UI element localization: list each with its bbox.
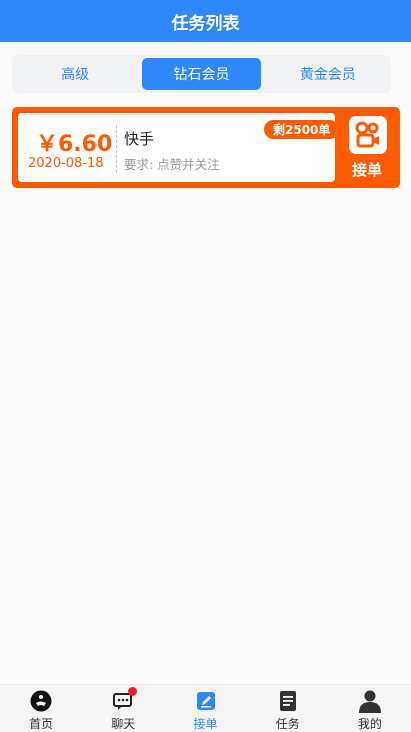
task-card[interactable]: ￥6.60 2020-08-18 快手 要求: 点赞并关注 剩2500单 接单 [12,107,400,188]
user-icon [358,689,382,713]
remaining-badge: 剩2500单 [264,120,340,139]
tabbar-item-mine[interactable]: 我的 [329,685,411,732]
dashed-divider [116,125,117,173]
task-name: 快手 [124,130,155,148]
tabbar-item-tasks[interactable]: 任务 [247,685,329,732]
tabbar-item-home[interactable]: 首页 [0,685,82,732]
tabbar-label-accept: 接单 [193,717,218,731]
chat-icon [111,687,138,713]
tab-diamond-member[interactable]: 钻石会员 [142,58,261,90]
tabbar-label-home: 首页 [29,717,54,731]
tabbar-item-chat[interactable]: 聊天 [82,685,164,732]
document-icon [276,689,300,713]
accept-order-button[interactable]: 接单 [341,107,400,188]
home-logo-icon [29,689,53,713]
tab-advanced[interactable]: 高级 [16,58,134,90]
tabbar-label-chat: 聊天 [111,717,136,731]
task-requirement: 要求: 点赞并关注 [124,157,220,172]
edit-icon [194,689,218,713]
accept-order-label: 接单 [351,161,382,179]
membership-tabs: 高级 钻石会员 黄金会员 [12,55,391,93]
task-info: ￥6.60 2020-08-18 快手 要求: 点赞并关注 剩2500单 [18,113,340,182]
tab-gold-member[interactable]: 黄金会员 [269,58,387,90]
bottom-tab-bar: 首页 聊天 接单 任务 我的 [0,684,411,732]
kuaishou-icon [349,116,387,154]
task-price: ￥6.60 [36,132,113,157]
tabbar-label-mine: 我的 [357,717,382,731]
task-date: 2020-08-18 [28,156,104,171]
page-title: 任务列表 [171,13,240,34]
tabbar-item-accept[interactable]: 接单 [164,685,246,732]
tabbar-label-tasks: 任务 [275,717,300,731]
price-box: ￥6.60 2020-08-18 [18,113,116,182]
top-bar: 任务列表 [0,0,411,42]
unread-badge [128,687,138,696]
